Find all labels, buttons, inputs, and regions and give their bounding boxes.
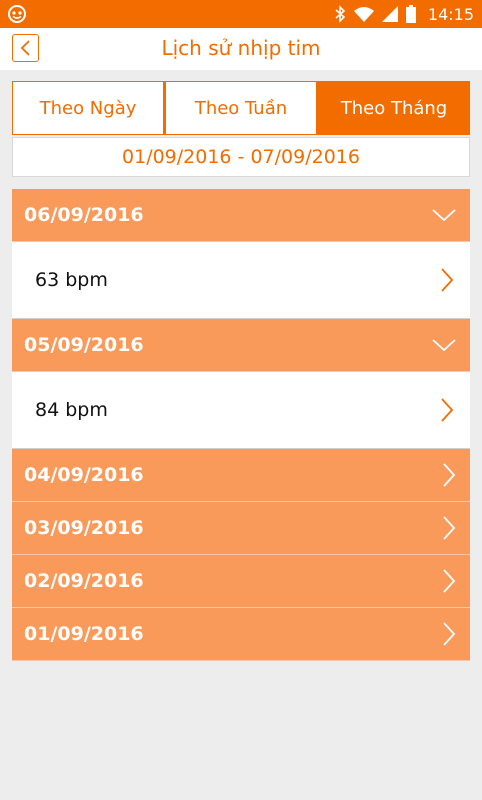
- day-date: 06/09/2016: [24, 204, 144, 226]
- date-range: 01/09/2016 - 07/09/2016: [12, 137, 470, 177]
- app-notification-icon: [8, 5, 26, 23]
- battery-icon: [405, 5, 416, 23]
- day-header-row[interactable]: 06/09/2016: [12, 189, 470, 242]
- chevron-right-icon: [443, 569, 456, 593]
- chevron-right-icon: [441, 398, 454, 422]
- chevron-right-icon: [443, 516, 456, 540]
- tab-day[interactable]: Theo Ngày: [13, 82, 166, 134]
- bpm-row[interactable]: 84 bpm: [12, 372, 470, 449]
- tab-week[interactable]: Theo Tuần: [166, 82, 319, 134]
- day-header-row[interactable]: 03/09/2016: [12, 502, 470, 555]
- day-header-row[interactable]: 05/09/2016: [12, 319, 470, 372]
- title-bar: Lịch sử nhịp tim: [0, 28, 482, 70]
- chevron-right-icon: [443, 622, 456, 646]
- day-date: 03/09/2016: [24, 517, 144, 539]
- day-list: 06/09/2016 63 bpm 05/09/2016 84 bpm 04/0…: [12, 189, 470, 661]
- bpm-row[interactable]: 63 bpm: [12, 242, 470, 319]
- signal-icon: [381, 6, 398, 22]
- bluetooth-icon: [335, 5, 346, 23]
- day-header-row[interactable]: 01/09/2016: [12, 608, 470, 661]
- day-date: 04/09/2016: [24, 464, 144, 486]
- bpm-value: 63 bpm: [35, 269, 108, 291]
- status-bar: 14:15: [0, 0, 482, 28]
- tab-month[interactable]: Theo Tháng: [319, 82, 469, 134]
- day-date: 05/09/2016: [24, 334, 144, 356]
- wifi-icon: [353, 7, 374, 22]
- chevron-down-icon: [432, 339, 456, 352]
- chevron-right-icon: [443, 463, 456, 487]
- day-date: 02/09/2016: [24, 570, 144, 592]
- status-time: 14:15: [427, 4, 474, 24]
- chevron-down-icon: [432, 209, 456, 222]
- period-tabs: Theo Ngày Theo Tuần Theo Tháng: [12, 81, 470, 135]
- bpm-value: 84 bpm: [35, 399, 108, 421]
- page-title: Lịch sử nhịp tim: [161, 36, 321, 60]
- day-header-row[interactable]: 02/09/2016: [12, 555, 470, 608]
- day-date: 01/09/2016: [24, 623, 144, 645]
- chevron-right-icon: [441, 268, 454, 292]
- day-header-row[interactable]: 04/09/2016: [12, 449, 470, 502]
